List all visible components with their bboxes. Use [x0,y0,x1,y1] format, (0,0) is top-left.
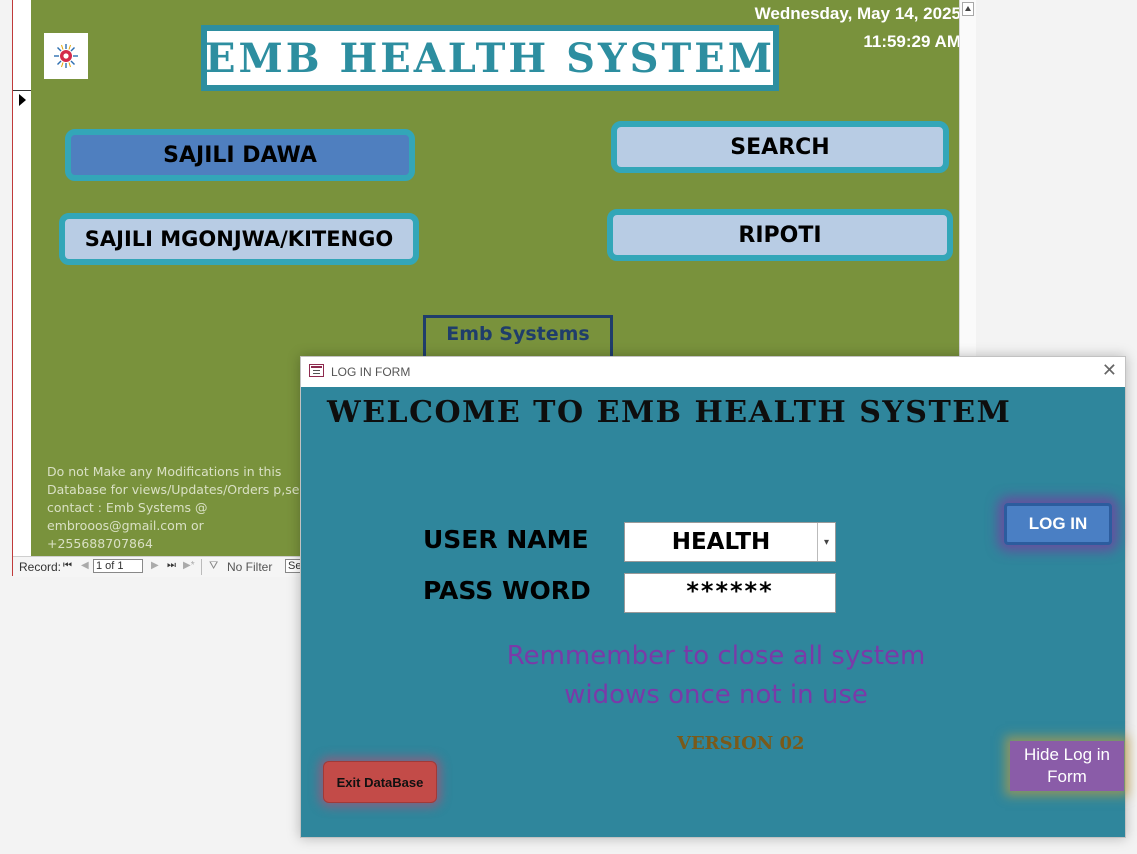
sajili-mgonjwa-kitengo-button[interactable]: SAJILI MGONJWA/KITENGO [59,213,419,265]
form-icon [309,364,324,377]
version-label: VERSION 02 [677,733,805,754]
modification-notice: Do not Make any Modifications in this Da… [47,463,317,553]
close-icon[interactable]: ✕ [1102,361,1117,381]
record-selector[interactable] [13,0,32,556]
close-windows-reminder: Remmember to close all system widows onc… [471,637,961,715]
chevron-down-icon[interactable]: ▾ [817,523,835,561]
username-label: USER NAME [423,525,589,554]
first-record-icon[interactable]: ⏮ [63,560,72,571]
notice-line: contact : Emb Systems @ [47,500,208,515]
last-record-icon[interactable]: ⏭ [167,560,176,571]
current-time: 11:59:29 AM [863,32,959,51]
password-label: PASS WORD [423,576,591,605]
no-filter-toggle[interactable]: No Filter [227,560,272,574]
notice-line: +255688707864 [47,536,153,551]
sajili-dawa-button[interactable]: SAJILI DAWA [65,129,415,181]
login-form-window: LOG IN FORM ✕ WELCOME TO EMB HEALTH SYST… [300,356,1126,838]
no-filter-icon: ⛛ [209,560,219,572]
login-titlebar[interactable]: LOG IN FORM ✕ [301,357,1125,387]
reminder-line: widows once not in use [564,680,868,710]
hide-login-form-button[interactable]: Hide Log in Form [1010,741,1124,791]
logo [44,33,88,79]
new-record-icon[interactable]: ▶* [183,560,195,571]
previous-record-icon[interactable]: ◀ [81,560,89,571]
reminder-line: Remmember to close all system [506,641,926,671]
notice-line: Database for views/Updates/Orders p,se [47,482,300,497]
notice-line: embrooos@gmail.com or [47,518,204,533]
password-field[interactable]: ****** [624,573,836,613]
record-selector-divider [13,90,31,91]
nav-divider [201,559,202,575]
record-position-field[interactable]: 1 of 1 [93,559,143,573]
login-button[interactable]: LOG IN [1004,503,1112,545]
search-button[interactable]: SEARCH [611,121,949,173]
ripoti-button[interactable]: RIPOTI [607,209,953,261]
sun-emblem-icon [54,44,78,68]
system-title-banner: EMB HEALTH SYSTEM [201,25,779,91]
exit-database-button[interactable]: Exit DataBase [323,761,437,803]
username-value[interactable]: HEALTH [625,523,817,561]
notice-line: Do not Make any Modifications in this [47,464,282,479]
username-combobox[interactable]: HEALTH ▾ [624,522,836,562]
login-form-body: WELCOME TO EMB HEALTH SYSTEM USER NAME H… [301,387,1125,837]
current-record-arrow-icon [19,94,26,106]
login-window-title: LOG IN FORM [331,365,411,379]
record-label: Record: [19,560,62,574]
welcome-heading: WELCOME TO EMB HEALTH SYSTEM [327,395,1012,430]
system-title: EMB HEALTH SYSTEM [205,31,773,85]
next-record-icon[interactable]: ▶ [151,560,159,571]
current-date: Wednesday, May 14, 2025 [754,4,959,23]
scroll-up-arrow-icon[interactable] [962,2,974,16]
